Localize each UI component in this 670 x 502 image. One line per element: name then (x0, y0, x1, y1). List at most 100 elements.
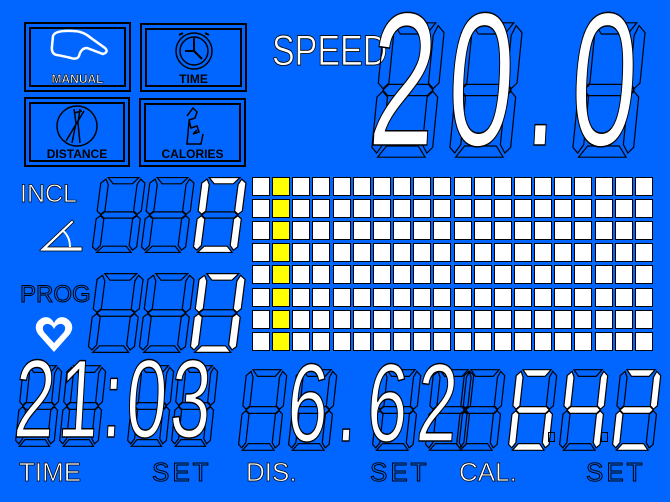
matrix-cell (292, 221, 311, 241)
matrix-cell (312, 199, 331, 219)
segment-e-off (141, 216, 153, 250)
matrix-cell-active (272, 287, 291, 307)
matrix-cell-active (272, 199, 291, 219)
matrix-cell (574, 199, 593, 219)
matrix-cell (413, 199, 432, 219)
matrix-cell (534, 331, 553, 351)
segment-b-off (182, 179, 194, 214)
segment-f-off (617, 371, 628, 409)
matrix-cell (393, 309, 412, 329)
matrix-cell-active (272, 309, 291, 329)
distance-value: 6.62 (284, 340, 472, 465)
matrix-cell (433, 243, 452, 263)
distance-set-label[interactable]: SET (370, 459, 430, 486)
matrix-cell-active (272, 221, 291, 241)
segment-f-on (195, 275, 208, 312)
segment-c-off (490, 411, 501, 448)
matrix-cell (574, 287, 593, 307)
matrix-cell (332, 221, 351, 241)
matrix-cell (393, 221, 412, 241)
mode-manual-button[interactable]: MANUAL (24, 22, 131, 92)
matrix-cell (534, 221, 553, 241)
matrix-cell (634, 177, 653, 196)
matrix-cell (372, 243, 391, 263)
matrix-cell (594, 309, 613, 329)
matrix-cell (433, 199, 452, 219)
segment-a-off (104, 274, 137, 281)
matrix-cell (554, 221, 573, 241)
matrix-cell (534, 265, 553, 285)
matrix-cell (413, 177, 432, 196)
matrix-cell (292, 243, 311, 263)
matrix-cell (413, 221, 432, 241)
matrix-cell (372, 221, 391, 241)
segment-c-on (542, 411, 553, 448)
matrix-cell (292, 265, 311, 285)
matrix-cell (473, 243, 492, 263)
segment-c-off (646, 411, 657, 448)
matrix-cell (513, 199, 532, 219)
segment-a-on (206, 274, 239, 281)
matrix-cell (594, 177, 613, 196)
matrix-cell (513, 309, 532, 329)
matrix-cell (393, 177, 412, 196)
matrix-cell (554, 199, 573, 219)
matrix-cell (453, 265, 472, 285)
mode-time-label: TIME (179, 72, 208, 86)
digit-segment-outline (94, 176, 142, 254)
mode-calories-button[interactable]: CALORIES (139, 98, 246, 167)
matrix-cell (634, 265, 653, 285)
matrix-cell (554, 243, 573, 263)
segment-g-off (198, 310, 237, 317)
matrix-cell (493, 309, 512, 329)
matrix-cell (534, 199, 553, 219)
matrix-cell (534, 287, 553, 307)
matrix-cell (433, 309, 452, 329)
segment-b-off (276, 371, 287, 409)
matrix-cell (634, 221, 653, 241)
segment-d-on (616, 444, 648, 451)
matrix-cell (513, 331, 532, 351)
segment-a-off (155, 274, 188, 281)
matrix-cell (292, 309, 311, 329)
matrix-cell (292, 177, 311, 196)
segment-a-on (626, 370, 655, 377)
segment-f-off (144, 275, 157, 312)
matrix-cell (352, 287, 371, 307)
segment-b-on (597, 371, 608, 409)
matrix-cell (312, 243, 331, 263)
matrix-cell (554, 287, 573, 307)
matrix-cell (634, 199, 653, 219)
mode-time-button[interactable]: TIME (140, 23, 247, 92)
matrix-cell (372, 309, 391, 329)
matrix-cell (594, 221, 613, 241)
matrix-cell (433, 265, 452, 285)
matrix-cell (513, 243, 532, 263)
segment-e-on (612, 411, 623, 448)
matrix-cell (393, 199, 412, 219)
segment-b-on (233, 275, 246, 312)
matrix-cell (473, 199, 492, 219)
matrix-cell (372, 199, 391, 219)
matrix-cell (554, 309, 573, 329)
matrix-cell (634, 331, 653, 351)
matrix-cell (594, 265, 613, 285)
distance-label: DIS. (246, 457, 297, 487)
segment-d-on (512, 444, 544, 451)
mode-distance-label: DISTANCE (46, 147, 108, 161)
mode-distance-button[interactable]: DISTANCE (24, 97, 130, 167)
matrix-cell (513, 177, 532, 196)
time-set-label[interactable]: SET (152, 459, 212, 486)
matrix-cell (634, 309, 653, 329)
segment-c-on (230, 216, 242, 250)
segment-g-off (201, 212, 238, 218)
matrix-cell (453, 199, 472, 219)
segment-f-off (93, 275, 106, 312)
calories-set-label[interactable]: SET (586, 459, 646, 486)
matrix-cell (534, 177, 553, 196)
matrix-cell (352, 221, 371, 241)
segment-f-off (97, 179, 109, 214)
matrix-cell (252, 199, 270, 219)
matrix-cell (292, 199, 311, 219)
segment-d-off (563, 444, 595, 451)
